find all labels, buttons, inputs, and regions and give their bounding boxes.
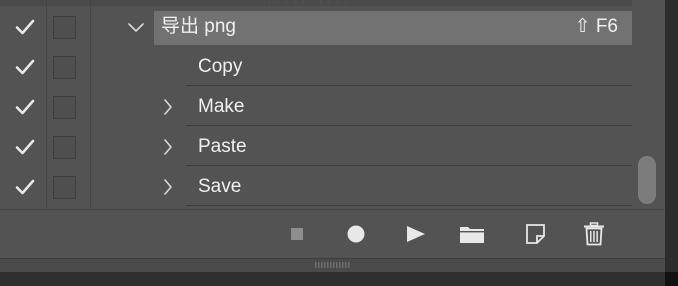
checkmark-icon xyxy=(15,59,35,75)
folder-icon xyxy=(460,227,484,243)
action-label: Save xyxy=(198,176,242,197)
dialog-toggle[interactable] xyxy=(53,96,76,119)
resize-grip-icon[interactable] xyxy=(315,262,351,268)
row-divider xyxy=(186,205,632,206)
chevron-down-icon[interactable] xyxy=(126,15,146,39)
delete-button[interactable] xyxy=(580,220,608,248)
action-label: Make xyxy=(198,96,245,117)
include-toggle[interactable] xyxy=(14,16,36,38)
keyboard-shortcut: ⇧ F6 xyxy=(574,16,618,37)
previous-row-edge: ·········· xyxy=(0,0,632,7)
include-toggle[interactable] xyxy=(14,56,36,78)
dialog-toggle[interactable] xyxy=(53,16,76,39)
actions-toolbar xyxy=(0,210,665,258)
row-divider xyxy=(186,165,632,166)
checkmark-icon xyxy=(15,139,35,155)
actions-panel: ·········· 导出 png ⇧ F6 Copy Make Paste Save xyxy=(0,0,665,286)
include-toggle[interactable] xyxy=(14,176,36,198)
action-label: Paste xyxy=(198,136,247,157)
stop-icon xyxy=(291,228,303,240)
chevron-right-icon[interactable] xyxy=(158,135,178,159)
panel-resize-strip xyxy=(0,258,665,273)
action-row[interactable]: Paste xyxy=(0,128,632,166)
chevron-right-icon[interactable] xyxy=(158,95,178,119)
previous-row-hint: ·········· xyxy=(268,0,354,7)
trash-icon xyxy=(584,222,604,246)
action-row[interactable]: Save xyxy=(0,168,632,206)
action-row[interactable]: Copy xyxy=(0,48,632,86)
workspace-bottom-bar xyxy=(0,272,665,286)
row-divider xyxy=(186,125,632,126)
stop-recording-button[interactable] xyxy=(284,220,312,248)
action-label: Copy xyxy=(198,56,243,77)
action-set-row[interactable]: 导出 png ⇧ F6 xyxy=(0,8,632,46)
create-new-action-button[interactable] xyxy=(522,220,550,248)
checkmark-icon xyxy=(15,179,35,195)
action-set-label: 导出 png xyxy=(161,16,236,37)
record-icon xyxy=(347,225,365,243)
action-row[interactable]: Make xyxy=(0,88,632,126)
chevron-right-icon[interactable] xyxy=(158,175,178,199)
dialog-toggle[interactable] xyxy=(53,176,76,199)
workspace-corner xyxy=(665,272,678,286)
new-item-icon xyxy=(526,224,545,244)
dialog-toggle[interactable] xyxy=(53,136,76,159)
begin-recording-button[interactable] xyxy=(342,220,370,248)
checkmark-icon xyxy=(15,19,35,35)
play-selection-button[interactable] xyxy=(402,220,430,248)
include-toggle[interactable] xyxy=(14,136,36,158)
row-divider xyxy=(186,85,632,86)
checkmark-icon xyxy=(15,99,35,115)
dialog-toggle[interactable] xyxy=(53,56,76,79)
play-icon xyxy=(407,226,425,242)
workspace-edge xyxy=(665,0,678,286)
create-new-set-button[interactable] xyxy=(458,220,486,248)
include-toggle[interactable] xyxy=(14,96,36,118)
scrollbar-thumb[interactable] xyxy=(638,156,656,204)
